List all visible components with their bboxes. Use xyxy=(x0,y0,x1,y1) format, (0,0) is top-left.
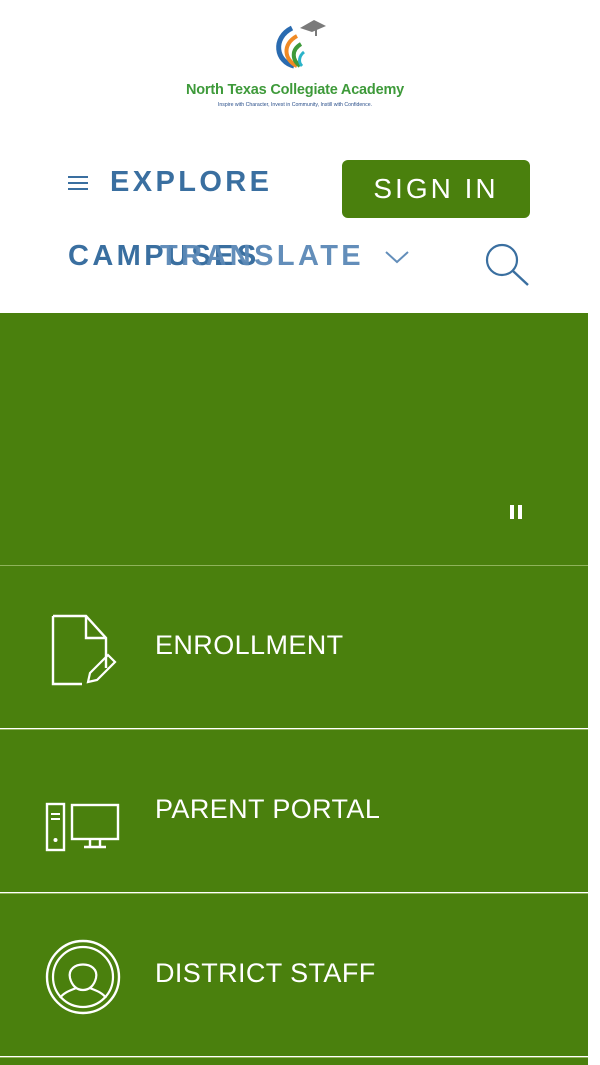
chevron-down-icon xyxy=(385,250,409,263)
quick-link-district-staff[interactable]: DISTRICT STAFF xyxy=(0,893,588,1056)
quick-link-enrollment[interactable]: ENROLLMENT xyxy=(0,565,588,728)
site-header: North Texas Collegiate Academy Inspire w… xyxy=(0,0,588,313)
computer-icon xyxy=(45,802,120,852)
quick-links-divider xyxy=(0,1057,588,1065)
logo-tagline: Inspire with Character, Invest in Commun… xyxy=(217,102,373,108)
quick-link-parent-portal[interactable]: PARENT PORTAL xyxy=(0,729,588,892)
explore-label: EXPLORE xyxy=(110,166,273,198)
translate-dropdown[interactable]: TRANSLATE xyxy=(160,240,410,273)
document-edit-icon xyxy=(51,614,117,686)
search-icon[interactable] xyxy=(482,240,532,288)
sign-in-button[interactable]: SIGN IN xyxy=(342,160,530,218)
quick-link-label: ENROLLMENT xyxy=(155,630,344,660)
translate-label: TRANSLATE xyxy=(160,240,365,272)
hero-banner xyxy=(0,313,588,565)
hamburger-icon xyxy=(68,175,88,191)
explore-menu-button[interactable]: EXPLORE xyxy=(68,166,272,199)
site-logo[interactable]: North Texas Collegiate Academy Inspire w… xyxy=(160,12,430,108)
logo-name: North Texas Collegiate Academy xyxy=(185,82,404,98)
user-circle-icon xyxy=(45,939,121,1015)
quick-link-label: PARENT PORTAL xyxy=(155,794,381,824)
logo-mark-icon xyxy=(276,20,326,69)
pause-icon[interactable] xyxy=(508,503,524,523)
quick-link-label: DISTRICT STAFF xyxy=(155,958,376,988)
